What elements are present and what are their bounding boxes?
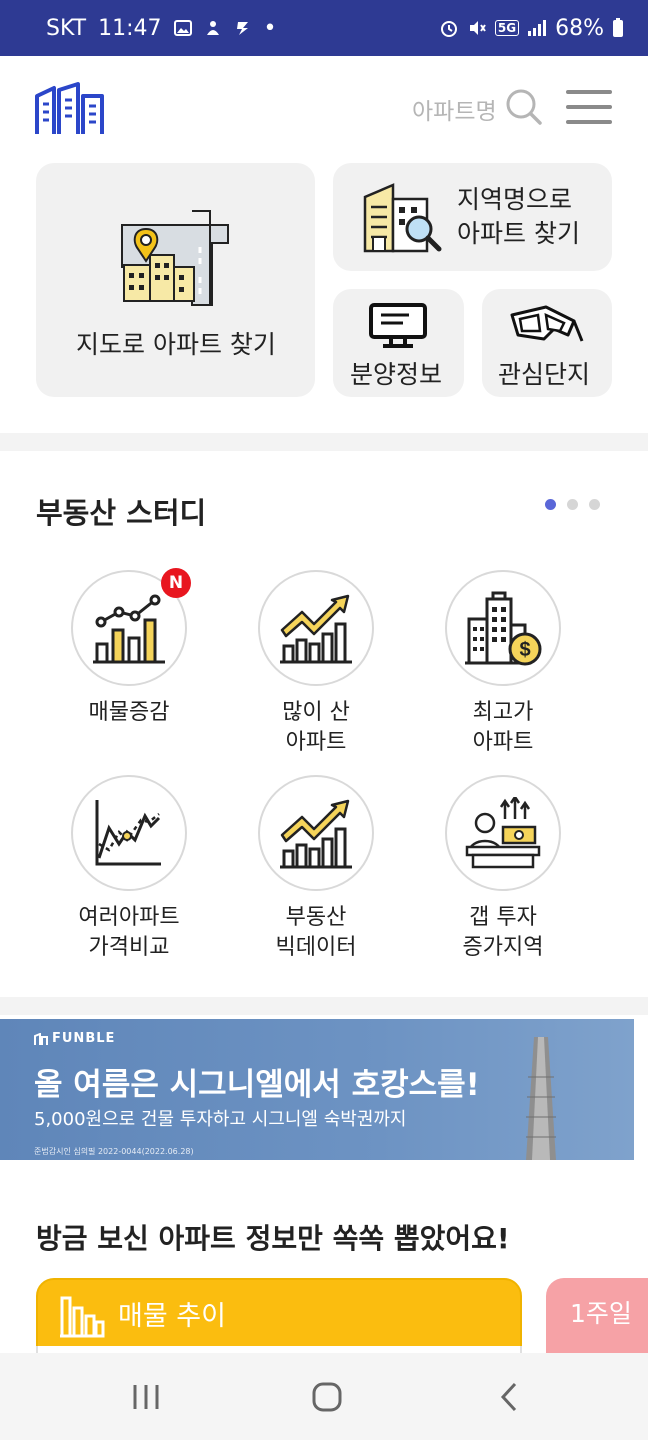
presale-card[interactable]: 분양정보	[333, 289, 464, 397]
monitor-icon	[369, 303, 427, 348]
study-item-label: 최고가 아파트	[472, 700, 534, 755]
price-compare-icon	[95, 800, 161, 866]
funble-logo-icon	[34, 1032, 48, 1045]
building-search-icon	[363, 183, 442, 253]
tower-image	[526, 1037, 556, 1160]
study-item-icon-wrap: $	[445, 570, 561, 686]
carousel-dot-3[interactable]	[589, 499, 600, 510]
map-search-label: 지도로 아파트 찾기	[76, 330, 276, 359]
clock: 11:47	[98, 15, 162, 41]
alarm-icon	[439, 18, 459, 38]
notification-app-icon	[204, 19, 222, 37]
weekly-card-title: 1주일	[570, 1299, 632, 1328]
big-data-icon	[280, 799, 352, 869]
study-item-label: 많이 산 아파트	[282, 700, 350, 755]
app-header: 아파트명	[0, 56, 648, 156]
map-search-card[interactable]: 지도로 아파트 찾기	[36, 163, 315, 397]
listing-trend-title: 매물 추이	[118, 1301, 226, 1332]
carousel-dot-1[interactable]	[545, 499, 556, 510]
app-logo-icon[interactable]	[34, 80, 106, 136]
region-search-card[interactable]: 지역명으로 아파트 찾기	[333, 163, 612, 271]
banner-brand: FUNBLE	[34, 1031, 115, 1046]
study-item-icon-wrap	[71, 775, 187, 891]
weekly-card[interactable]: 1주일	[546, 1278, 648, 1358]
study-item-icon-wrap	[258, 775, 374, 891]
banner-headline: 올 여름은 시그니엘에서 호캉스를!	[34, 1067, 480, 1103]
study-item-most-bought[interactable]: 많이 산 아파트	[236, 570, 396, 758]
study-item-label: 갭 투자 증가지역	[462, 905, 544, 960]
new-badge: N	[161, 568, 191, 598]
bar-chart-icon	[60, 1296, 105, 1338]
back-icon[interactable]	[484, 1375, 534, 1419]
hamburger-menu-icon[interactable]	[566, 90, 612, 126]
section-divider	[0, 433, 648, 451]
banner-brand-text: FUNBLE	[52, 1031, 116, 1046]
study-item-icon-wrap: N	[71, 568, 191, 686]
listing-trend-card[interactable]: 매물 추이	[36, 1278, 522, 1366]
recent-section-title: 방금 보신 아파트 정보만 쏙쏙 뽑았어요!	[36, 1222, 510, 1255]
listing-change-icon	[93, 594, 165, 664]
study-item-label: 여러아파트 가격비교	[78, 905, 180, 960]
map-buildings-icon	[121, 210, 229, 306]
region-search-label-line2: 아파트 찾기	[457, 219, 580, 248]
study-item-icon-wrap	[445, 775, 561, 891]
study-item-listing-change[interactable]: N 매물증감	[49, 568, 209, 728]
recent-apps-icon[interactable]	[121, 1375, 171, 1419]
carousel-dot-2[interactable]	[567, 499, 578, 510]
presale-label: 분양정보	[350, 360, 443, 389]
study-item-highest-price[interactable]: $ 최고가 아파트	[423, 570, 583, 758]
3d-glasses-icon	[510, 305, 584, 342]
study-item-big-data[interactable]: 부동산 빅데이터	[236, 775, 396, 963]
banner-subline: 5,000원으로 건물 투자하고 시그니엘 숙박권까지	[34, 1109, 407, 1130]
section-divider	[0, 997, 648, 1015]
banner-compliance-note: 준법감시인 심의필 2022-0044(2022.06.28)	[34, 1147, 194, 1156]
region-search-label-line1: 지역명으로	[457, 185, 573, 214]
pay-icon	[234, 19, 252, 37]
home-icon[interactable]	[302, 1375, 352, 1419]
study-item-price-compare[interactable]: 여러아파트 가격비교	[49, 775, 209, 963]
study-section-title: 부동산 스터디	[36, 496, 207, 530]
apartment-search[interactable]: 아파트명	[412, 88, 543, 130]
favorites-card[interactable]: 관심단지	[482, 289, 612, 397]
carousel-dots	[545, 499, 600, 510]
status-bar: SKT 11:47 • 5G 68%	[0, 0, 648, 56]
signal-icon	[527, 19, 547, 37]
gap-investment-icon	[465, 797, 541, 869]
system-nav-bar	[0, 1353, 648, 1440]
svg-text:$: $	[519, 639, 530, 661]
battery-percent: 68%	[555, 15, 604, 41]
mute-icon	[467, 18, 487, 38]
favorites-label: 관심단지	[498, 360, 591, 389]
battery-icon	[612, 18, 624, 38]
study-item-label: 매물증감	[88, 700, 170, 725]
search-placeholder[interactable]: 아파트명	[412, 92, 497, 126]
carrier-label: SKT	[46, 15, 87, 41]
search-icon[interactable]	[505, 88, 543, 130]
study-item-icon-wrap	[258, 570, 374, 686]
more-notifications-dot: •	[263, 15, 277, 41]
highest-price-icon: $	[465, 591, 542, 666]
most-bought-icon	[280, 594, 352, 664]
gallery-icon	[173, 19, 192, 37]
promo-banner[interactable]: FUNBLE 올 여름은 시그니엘에서 호캉스를! 5,000원으로 건물 투자…	[0, 1019, 634, 1160]
study-item-gap-investment[interactable]: 갭 투자 증가지역	[423, 775, 583, 963]
study-item-label: 부동산 빅데이터	[275, 905, 357, 960]
network-type: 5G	[494, 20, 520, 36]
